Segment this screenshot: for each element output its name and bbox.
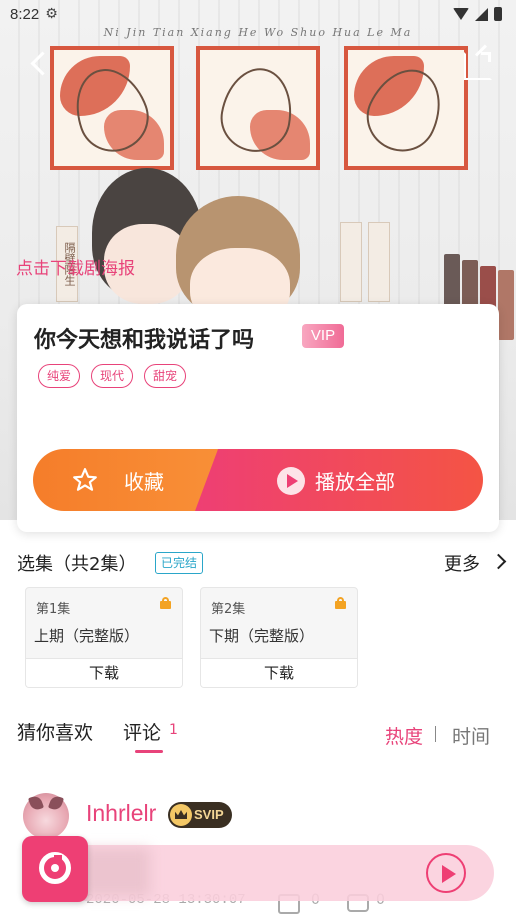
star-icon — [73, 468, 97, 491]
status-icons — [453, 7, 502, 21]
hero-banner-right-2 — [368, 222, 390, 302]
chevron-right-icon[interactable] — [490, 553, 507, 570]
signal-icon — [475, 7, 488, 21]
logo-center-dot — [51, 864, 59, 872]
hero-banner-right — [340, 222, 362, 302]
sort-divider — [435, 726, 436, 742]
episode-card[interactable]: 第1集 上期（完整版） 下载 — [25, 587, 183, 688]
crown-icon — [170, 804, 192, 826]
share-arrowhead-icon — [481, 52, 491, 62]
wall-frame-center — [196, 46, 320, 170]
episode-name: 下期（完整版） — [209, 627, 315, 645]
wall-frame-right — [344, 46, 468, 170]
back-icon[interactable] — [26, 52, 52, 78]
comment-count: 1 — [169, 722, 178, 738]
episode-download-button[interactable]: 下载 — [26, 658, 182, 687]
tab-comments[interactable]: 评论 — [123, 718, 161, 745]
sort-by-hot[interactable]: 热度 — [385, 722, 423, 749]
download-poster-link[interactable]: 点击下载剧海报 — [16, 254, 135, 279]
episode-number: 第2集 — [211, 602, 246, 617]
tab-recommendations[interactable]: 猜你喜欢 — [17, 718, 93, 745]
tag-chip[interactable]: 纯爱 — [38, 364, 81, 388]
active-tab-indicator — [135, 750, 163, 753]
album-title: 你今天想和我说话了吗 — [34, 327, 255, 352]
episodes-header: 选集（共2集） 已完结 更多 — [17, 550, 507, 578]
status-bar: 8:22 ⚙ — [0, 0, 516, 28]
more-episodes-link[interactable]: 更多 — [444, 550, 480, 576]
play-all-label: 播放全部 — [315, 470, 395, 494]
status-time: 8:22 — [10, 5, 40, 23]
tag-chip[interactable]: 现代 — [91, 364, 134, 388]
player-play-icon[interactable] — [426, 853, 466, 893]
tag-chip[interactable]: 甜宠 — [144, 364, 187, 388]
lock-icon — [335, 597, 346, 609]
sort-by-time[interactable]: 时间 — [452, 722, 490, 749]
battery-icon — [494, 7, 502, 21]
wall-frame-left — [50, 46, 174, 170]
mini-player-cover — [80, 848, 150, 896]
completed-badge: 已完结 — [155, 552, 204, 574]
favorite-label: 收藏 — [124, 470, 164, 494]
episodes-title: 选集（共2集） — [17, 554, 137, 575]
episode-number: 第1集 — [36, 602, 71, 617]
wifi-icon — [453, 8, 469, 20]
vip-badge: VIP — [302, 324, 344, 348]
play-circle-icon — [277, 467, 305, 495]
logo-ring-gap — [54, 855, 62, 863]
episode-name: 上期（完整版） — [34, 627, 140, 645]
episode-card[interactable]: 第2集 下期（完整版） 下载 — [200, 587, 358, 688]
gear-icon: ⚙ — [45, 6, 58, 22]
tag-list: 纯爱 现代 甜宠 — [38, 364, 187, 388]
comment-username[interactable]: Inhrlelr — [86, 800, 156, 827]
episode-download-button[interactable]: 下载 — [201, 658, 357, 687]
content-tabs: 猜你喜欢 评论 1 热度 时间 — [17, 718, 497, 758]
lock-icon — [160, 597, 171, 609]
album-info-card: 你今天想和我说话了吗 VIP 纯爱 现代 甜宠 收藏 播放全部 — [17, 304, 499, 532]
